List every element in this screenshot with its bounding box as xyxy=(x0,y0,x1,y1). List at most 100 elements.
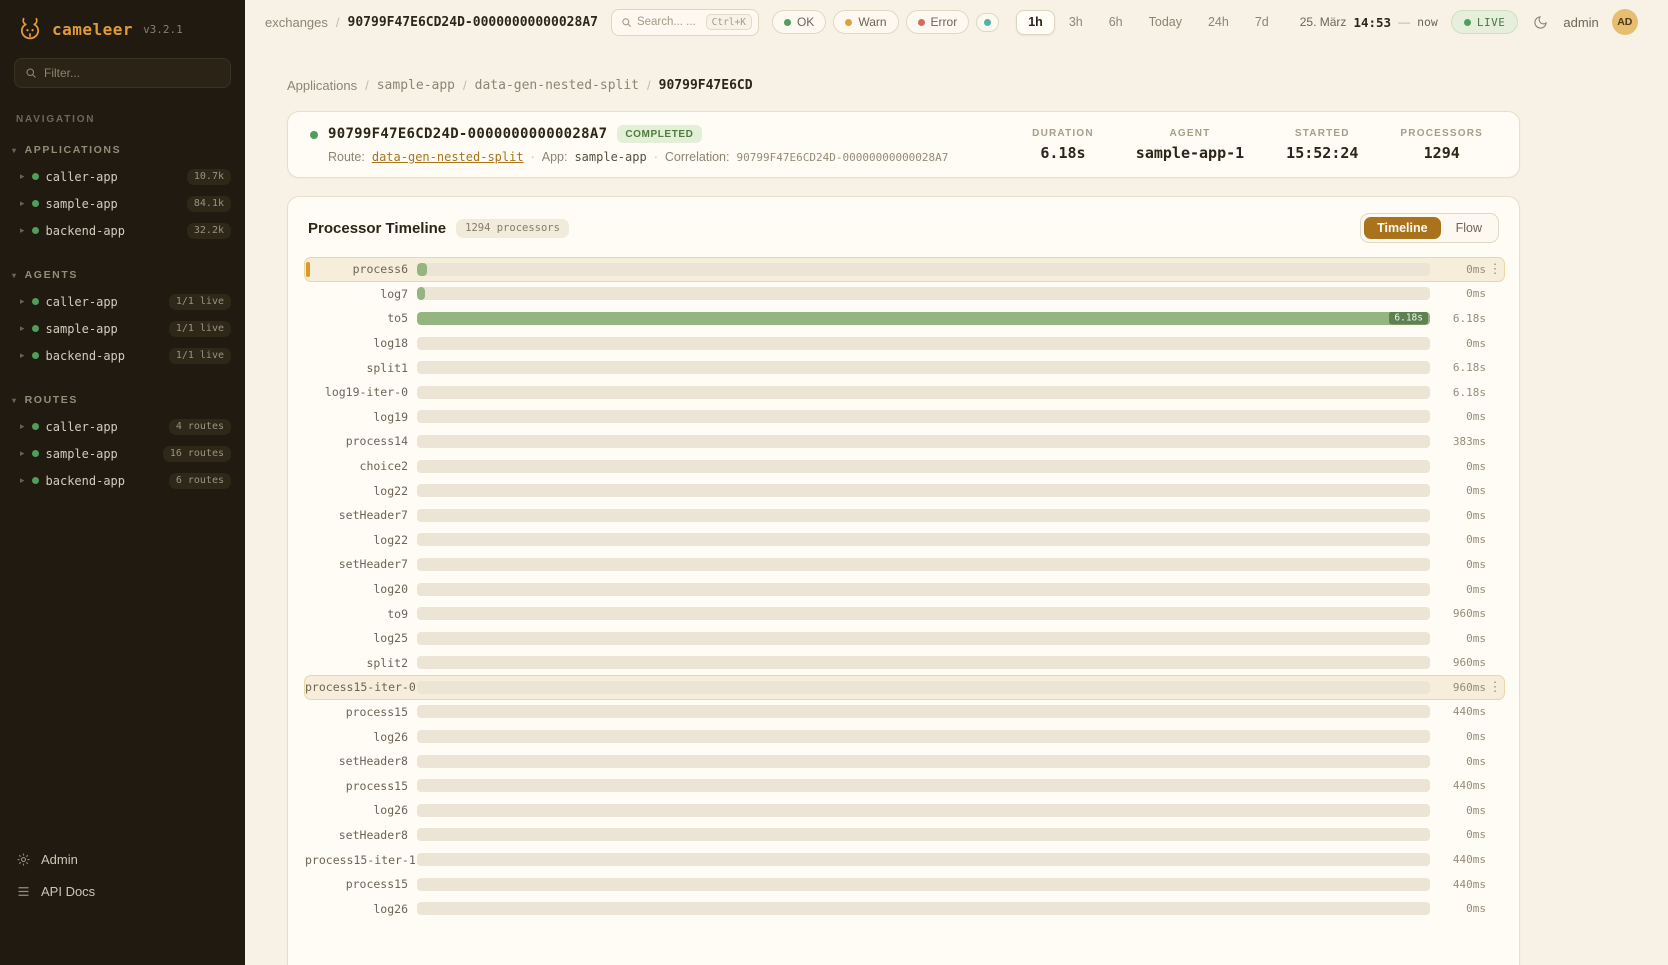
processor-timeline-card: Processor Timeline 1294 processors Timel… xyxy=(287,196,1520,965)
status-dot xyxy=(32,352,39,359)
timeline-row[interactable]: log70ms⋮ xyxy=(304,282,1505,307)
search-input[interactable] xyxy=(637,16,701,28)
timeline-row[interactable]: setHeader70ms⋮ xyxy=(304,552,1505,577)
section-header-agents[interactable]: ▾ AGENTS xyxy=(0,260,245,288)
admin-link[interactable]: Admin xyxy=(16,843,229,875)
timeline-row[interactable]: process14383ms⋮ xyxy=(304,429,1505,454)
timeline-row[interactable]: process15-iter-1440ms⋮ xyxy=(304,847,1505,872)
item-badge: 1/1 live xyxy=(169,321,231,337)
processor-bar-track xyxy=(417,632,1430,645)
timeline-row[interactable]: choice20ms⋮ xyxy=(304,454,1505,479)
timeline-row[interactable]: split16.18s⋮ xyxy=(304,355,1505,380)
exchange-meta: Route: data-gen-nested-split · App: samp… xyxy=(328,150,948,164)
timeline-row[interactable]: log260ms⋮ xyxy=(304,724,1505,749)
item-label: sample-app xyxy=(46,447,118,461)
user-name[interactable]: admin xyxy=(1563,15,1598,30)
processor-bar-track xyxy=(417,828,1430,841)
sidebar-route-backend-app[interactable]: ▸ backend-app 6 routes xyxy=(0,467,245,494)
time-display[interactable]: 25. März 14:53 — now xyxy=(1300,15,1438,30)
timeline-row[interactable]: log200ms⋮ xyxy=(304,577,1505,602)
timeline-row[interactable]: log220ms⋮ xyxy=(304,528,1505,553)
crumb-route[interactable]: data-gen-nested-split xyxy=(475,78,639,93)
exchange-info: 90799F47E6CD24D-00000000000028A7 COMPLET… xyxy=(310,125,948,164)
caret-down-icon: ▾ xyxy=(12,396,18,405)
row-menu-icon[interactable]: ⋮ xyxy=(1486,679,1504,695)
processor-name: log26 xyxy=(305,902,417,916)
timeline-row[interactable]: process15440ms⋮ xyxy=(304,700,1505,725)
range-3h[interactable]: 3h xyxy=(1057,10,1095,35)
row-duration: 0ms xyxy=(1430,484,1486,497)
route-label: Route: xyxy=(328,150,365,164)
row-duration: 0ms xyxy=(1430,460,1486,473)
range-6h[interactable]: 6h xyxy=(1097,10,1135,35)
timeline-row[interactable]: log260ms⋮ xyxy=(304,798,1505,823)
sidebar-app-caller-app[interactable]: ▸ caller-app 10.7k xyxy=(0,163,245,190)
timeline-row[interactable]: setHeader70ms⋮ xyxy=(304,503,1505,528)
duration-chip: 6.18s xyxy=(1389,312,1428,325)
processor-name: split2 xyxy=(305,656,417,670)
sidebar-filter xyxy=(14,58,231,88)
status-dot xyxy=(32,227,39,234)
range-7d[interactable]: 7d xyxy=(1243,10,1281,35)
view-flow-button[interactable]: Flow xyxy=(1443,217,1495,239)
global-search[interactable]: Ctrl+K xyxy=(611,9,759,36)
crumb-sample-app[interactable]: sample-app xyxy=(377,78,455,93)
chevron-right-icon: ▸ xyxy=(20,448,25,459)
timeline-row[interactable]: log220ms⋮ xyxy=(304,478,1505,503)
crumb-applications[interactable]: Applications xyxy=(287,78,357,93)
timeline-row[interactable]: to9960ms⋮ xyxy=(304,601,1505,626)
sidebar-route-caller-app[interactable]: ▸ caller-app 4 routes xyxy=(0,413,245,440)
range-24h[interactable]: 24h xyxy=(1196,10,1241,35)
timeline-row[interactable]: setHeader80ms⋮ xyxy=(304,823,1505,848)
filter-chip-warn[interactable]: Warn xyxy=(833,10,898,34)
processor-name: log20 xyxy=(305,582,417,596)
processor-bar-track xyxy=(417,558,1430,571)
exchange-stats: DURATION 6.18s AGENT sample-app-1 STARTE… xyxy=(1032,128,1497,162)
sidebar-footer: Admin API Docs xyxy=(0,843,245,965)
sidebar-app-backend-app[interactable]: ▸ backend-app 32.2k xyxy=(0,217,245,244)
item-label: sample-app xyxy=(46,322,118,336)
row-menu-icon[interactable]: ⋮ xyxy=(1486,261,1504,277)
avatar[interactable]: AD xyxy=(1612,9,1638,35)
row-duration: 0ms xyxy=(1430,410,1486,423)
timeline-row[interactable]: process60ms⋮ xyxy=(304,257,1505,282)
timeline-row[interactable]: log260ms⋮ xyxy=(304,896,1505,921)
sidebar-route-sample-app[interactable]: ▸ sample-app 16 routes xyxy=(0,440,245,467)
sidebar-agent-caller-app[interactable]: ▸ caller-app 1/1 live xyxy=(0,288,245,315)
route-link[interactable]: data-gen-nested-split xyxy=(372,150,524,164)
api-docs-link[interactable]: API Docs xyxy=(16,875,229,907)
timeline-row[interactable]: log250ms⋮ xyxy=(304,626,1505,651)
timeline-row[interactable]: log180ms⋮ xyxy=(304,331,1505,356)
view-timeline-button[interactable]: Timeline xyxy=(1364,217,1440,239)
dark-mode-toggle[interactable] xyxy=(1531,13,1550,32)
timeline-row[interactable]: log19-iter-06.18s⋮ xyxy=(304,380,1505,405)
timeline-row[interactable]: to56.18s6.18s⋮ xyxy=(304,306,1505,331)
breadcrumb-exchanges[interactable]: exchanges xyxy=(265,15,328,30)
filter-input[interactable] xyxy=(44,66,220,80)
timeline-row[interactable]: process15440ms⋮ xyxy=(304,773,1505,798)
range-today[interactable]: Today xyxy=(1137,10,1194,35)
timeline-row[interactable]: process15-iter-0960ms⋮ xyxy=(304,675,1505,700)
timeline-row[interactable]: process15440ms⋮ xyxy=(304,872,1505,897)
app-logo[interactable]: cameleer v3.2.1 xyxy=(0,0,245,54)
timeline-row[interactable]: setHeader80ms⋮ xyxy=(304,749,1505,774)
section-header-applications[interactable]: ▾ APPLICATIONS xyxy=(0,135,245,163)
filter-chip-extra[interactable] xyxy=(976,13,999,32)
timeline-row[interactable]: log190ms⋮ xyxy=(304,405,1505,430)
range-dash: — xyxy=(1398,15,1410,29)
range-1h[interactable]: 1h xyxy=(1016,10,1055,35)
stat-duration: DURATION 6.18s xyxy=(1032,128,1094,162)
sidebar-app-sample-app[interactable]: ▸ sample-app 84.1k xyxy=(0,190,245,217)
section-header-routes[interactable]: ▾ ROUTES xyxy=(0,385,245,413)
chip-label: Error xyxy=(931,15,958,29)
processor-bar-track xyxy=(417,878,1430,891)
sidebar: cameleer v3.2.1 NAVIGATION ▾ APPLICATION… xyxy=(0,0,245,965)
sidebar-agent-sample-app[interactable]: ▸ sample-app 1/1 live xyxy=(0,315,245,342)
filter-chip-ok[interactable]: OK xyxy=(772,10,826,34)
item-badge: 32.2k xyxy=(187,223,231,239)
live-toggle[interactable]: LIVE xyxy=(1451,10,1519,34)
timeline-row[interactable]: split2960ms⋮ xyxy=(304,651,1505,676)
sidebar-agent-backend-app[interactable]: ▸ backend-app 1/1 live xyxy=(0,342,245,369)
processor-name: process14 xyxy=(305,434,417,448)
filter-chip-error[interactable]: Error xyxy=(906,10,970,34)
